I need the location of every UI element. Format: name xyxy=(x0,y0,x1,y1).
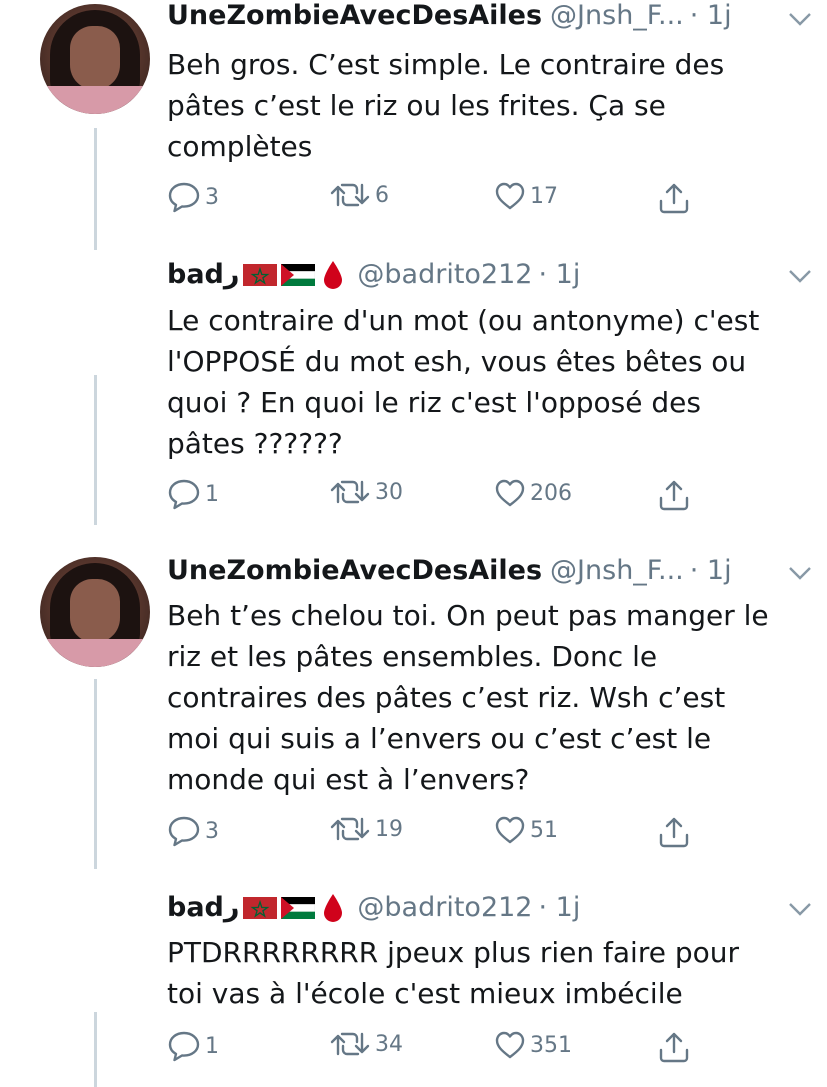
user-handle[interactable]: @badrito212 xyxy=(357,257,532,293)
share-icon xyxy=(659,183,689,214)
like-button[interactable]: 351 xyxy=(494,1030,572,1060)
retweet-count: 34 xyxy=(375,1031,403,1057)
user-handle[interactable]: @badrito212 xyxy=(357,890,532,926)
share-button[interactable] xyxy=(657,478,691,512)
thread-line xyxy=(94,1012,97,1087)
timestamp[interactable]: · 1j xyxy=(539,890,581,926)
like-count: 351 xyxy=(530,1032,572,1058)
like-count: 17 xyxy=(530,183,558,209)
reply-count: 3 xyxy=(205,184,219,210)
like-button[interactable]: 17 xyxy=(494,181,558,211)
like-button[interactable]: 206 xyxy=(494,478,572,508)
retweet-icon xyxy=(330,817,370,841)
tweet-1[interactable]: UneZombieAvecDesAiles @Jnsh_F... · 1j Be… xyxy=(0,0,827,260)
chevron-down-icon[interactable] xyxy=(787,564,813,582)
blood-drop-icon xyxy=(324,894,343,922)
display-name[interactable]: badر xyxy=(167,257,239,293)
retweet-count: 30 xyxy=(375,479,403,505)
chevron-down-icon[interactable] xyxy=(787,10,813,28)
like-button[interactable]: 51 xyxy=(494,815,558,845)
reply-count: 3 xyxy=(205,818,219,844)
blood-drop-icon xyxy=(324,261,343,289)
share-icon xyxy=(659,817,689,848)
avatar[interactable] xyxy=(40,557,150,667)
timestamp[interactable]: · 1j xyxy=(690,553,732,589)
morocco-flag-icon xyxy=(243,264,278,286)
retweet-button[interactable]: 30 xyxy=(329,478,403,506)
share-button[interactable] xyxy=(657,181,691,215)
palestine-flag-icon xyxy=(281,264,316,286)
avatar[interactable] xyxy=(40,4,150,114)
share-button[interactable] xyxy=(657,1030,691,1064)
share-icon xyxy=(659,1032,689,1063)
reply-icon xyxy=(168,816,200,847)
retweet-icon xyxy=(330,1032,370,1056)
retweet-count: 19 xyxy=(375,816,403,842)
like-count: 51 xyxy=(530,817,558,843)
retweet-count: 6 xyxy=(375,182,389,208)
palestine-flag-icon xyxy=(281,897,316,919)
reply-button[interactable]: 1 xyxy=(167,1030,219,1062)
share-button[interactable] xyxy=(657,815,691,849)
tweet-text: Le contraire d'un mot (ou antonyme) c'es… xyxy=(167,304,760,460)
share-icon xyxy=(659,480,689,511)
heart-icon xyxy=(495,182,525,210)
reply-icon xyxy=(168,479,200,510)
timestamp[interactable]: · 1j xyxy=(690,0,732,34)
user-handle[interactable]: @Jnsh_F... xyxy=(550,553,684,589)
reply-count: 1 xyxy=(205,481,219,507)
retweet-icon xyxy=(330,183,370,207)
chevron-down-icon[interactable] xyxy=(787,900,813,918)
retweet-button[interactable]: 34 xyxy=(329,1030,403,1058)
reply-count: 1 xyxy=(205,1033,219,1059)
tweet-4[interactable]: badر @badrito212 · 1j PTDRRRRRRRR jpeux … xyxy=(0,890,827,1087)
thread-line xyxy=(94,679,97,869)
retweet-button[interactable]: 19 xyxy=(329,815,403,843)
tweet-3[interactable]: UneZombieAvecDesAiles @Jnsh_F... · 1j Be… xyxy=(0,553,827,883)
retweet-button[interactable]: 6 xyxy=(329,181,389,209)
retweet-icon xyxy=(330,480,370,504)
heart-icon xyxy=(495,816,525,844)
reply-icon xyxy=(168,182,200,213)
chevron-down-icon[interactable] xyxy=(787,267,813,285)
tweet-text: Beh gros. C’est simple. Le contraire des… xyxy=(167,48,725,163)
display-name[interactable]: UneZombieAvecDesAiles xyxy=(167,553,542,589)
user-handle[interactable]: @Jnsh_F... xyxy=(550,0,684,34)
display-name[interactable]: badر xyxy=(167,890,239,926)
reply-button[interactable]: 1 xyxy=(167,478,219,510)
reply-button[interactable]: 3 xyxy=(167,815,219,847)
thread-line xyxy=(94,375,97,525)
morocco-flag-icon xyxy=(243,897,278,919)
reply-icon xyxy=(168,1031,200,1062)
heart-icon xyxy=(495,479,525,507)
reply-button[interactable]: 3 xyxy=(167,181,219,213)
tweet-2[interactable]: badر @badrito212 · 1j Le contraire d'un … xyxy=(0,255,827,545)
tweet-text: PTDRRRRRRRR jpeux plus rien faire pour t… xyxy=(167,936,740,1010)
display-name[interactable]: UneZombieAvecDesAiles xyxy=(167,0,542,34)
tweet-text: Beh t’es chelou toi. On peut pas manger … xyxy=(167,599,769,796)
timestamp[interactable]: · 1j xyxy=(539,257,581,293)
thread-line xyxy=(94,128,97,250)
like-count: 206 xyxy=(530,480,572,506)
heart-icon xyxy=(495,1031,525,1059)
